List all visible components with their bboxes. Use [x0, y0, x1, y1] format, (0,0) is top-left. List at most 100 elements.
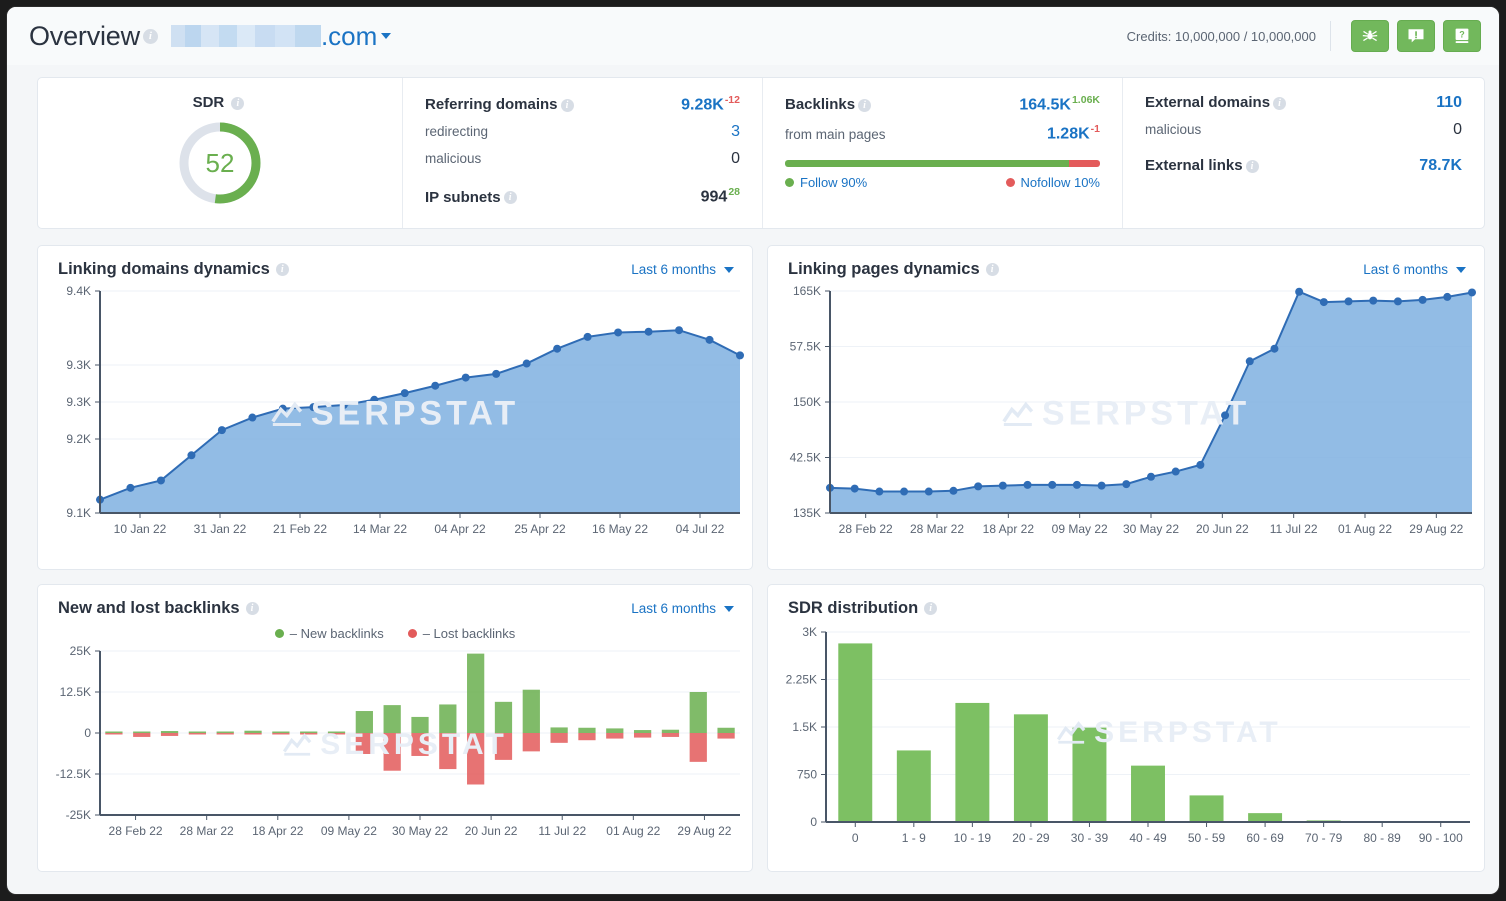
svg-text:2.25K: 2.25K [786, 673, 817, 687]
referring-malicious-value: 0 [731, 150, 740, 168]
chevron-down-icon [724, 606, 734, 612]
from-main-pages-delta: -1 [1091, 123, 1100, 135]
external-domains-value[interactable]: 110 [1436, 94, 1462, 112]
divider [1330, 21, 1331, 51]
backlinks-column: Backlinksi 164.5K1.06K from main pages 1… [762, 78, 1122, 228]
legend-lost-backlinks[interactable]: – Lost backlinks [408, 626, 516, 641]
info-icon[interactable]: i [143, 29, 158, 44]
svg-text:29 Aug 22: 29 Aug 22 [1409, 522, 1463, 536]
redirecting-label: redirecting [425, 124, 488, 139]
redirecting-value[interactable]: 3 [731, 123, 740, 141]
backlinks-label: Backlinksi [785, 96, 874, 113]
referring-domains-column: Referring domainsi 9.28K-12 redirecting … [402, 78, 762, 228]
svg-text:1.5K: 1.5K [792, 720, 817, 734]
sdr-value: 52 [176, 119, 264, 207]
sdr-distribution-plot: SERPSTAT 07501.5K2.25K3K01 - 910 - 1920 … [768, 618, 1484, 858]
external-links-value[interactable]: 78.7K [1419, 157, 1462, 175]
svg-text:18 Apr 22: 18 Apr 22 [252, 824, 304, 838]
new-lost-legend: – New backlinks – Lost backlinks [38, 626, 752, 641]
from-main-pages-value[interactable]: 1.28K-1 [1047, 123, 1100, 143]
svg-text:135K: 135K [793, 506, 821, 520]
svg-text:20 Jun 22: 20 Jun 22 [465, 824, 518, 838]
svg-text:01 Aug 22: 01 Aug 22 [606, 824, 660, 838]
nofollow-legend-item[interactable]: Nofollow 10% [1006, 175, 1101, 190]
help-icon[interactable]: ? [1443, 20, 1481, 52]
info-icon[interactable]: i [276, 263, 289, 276]
svg-text:9.4K: 9.4K [66, 284, 91, 298]
svg-text:20 - 29: 20 - 29 [1012, 831, 1050, 845]
info-icon[interactable]: i [504, 191, 517, 204]
referring-domains-delta: -12 [725, 94, 740, 106]
linking-domains-period-select[interactable]: Last 6 months [631, 262, 734, 277]
svg-text:165K: 165K [793, 284, 821, 298]
new-lost-header: New and lost backlinks i Last 6 months [38, 585, 752, 618]
info-icon[interactable]: i [924, 602, 937, 615]
app-window: Overview i .com Credits: 10,000,000 / 10… [6, 6, 1500, 895]
info-icon[interactable]: i [858, 99, 871, 112]
svg-text:-25K: -25K [66, 808, 91, 822]
info-icon[interactable]: i [1273, 97, 1286, 110]
svg-text:9.2K: 9.2K [66, 432, 91, 446]
svg-text:18 Apr 22: 18 Apr 22 [983, 522, 1035, 536]
backlinks-value[interactable]: 164.5K1.06K [1019, 94, 1100, 114]
legend-new-backlinks[interactable]: – New backlinks [275, 626, 384, 641]
svg-text:12.5K: 12.5K [60, 685, 91, 699]
ip-subnets-value: 99428 [701, 186, 740, 206]
svg-text:04 Apr 22: 04 Apr 22 [434, 522, 486, 536]
sdr-column: SDR i 52 [38, 78, 402, 228]
alert-icon[interactable] [1397, 20, 1435, 52]
backlinks-delta: 1.06K [1072, 94, 1100, 106]
spider-icon[interactable] [1351, 20, 1389, 52]
svg-text:10 - 19: 10 - 19 [954, 831, 992, 845]
svg-text:40 - 49: 40 - 49 [1129, 831, 1167, 845]
new-lost-title: New and lost backlinks [58, 599, 240, 618]
svg-text:09 May 22: 09 May 22 [1052, 522, 1108, 536]
referring-malicious-row: malicious 0 [425, 150, 740, 168]
svg-text:28 Feb 22: 28 Feb 22 [839, 522, 893, 536]
linking-domains-card: Linking domains dynamics i Last 6 months… [37, 245, 753, 570]
external-malicious-row: malicious 0 [1145, 121, 1462, 139]
svg-text:14 Mar 22: 14 Mar 22 [353, 522, 407, 536]
linking-pages-period-select[interactable]: Last 6 months [1363, 262, 1466, 277]
linking-pages-card: Linking pages dynamics i Last 6 months S… [767, 245, 1485, 570]
info-icon[interactable]: i [231, 97, 244, 110]
linking-domains-plot: SERPSTAT 9.1K9.2K9.3K9.3K9.4K10 Jan 2231… [38, 279, 752, 549]
sdr-gauge-wrap: 52 [60, 119, 380, 207]
svg-text:30 - 39: 30 - 39 [1071, 831, 1109, 845]
linking-pages-plot: SERPSTAT 135K42.5K150K57.5K165K28 Feb 22… [768, 279, 1484, 549]
svg-text:3K: 3K [802, 625, 817, 639]
info-icon[interactable]: i [561, 99, 574, 112]
svg-text:04 Jul 22: 04 Jul 22 [676, 522, 725, 536]
nofollow-dot-icon [1006, 178, 1015, 187]
svg-text:57.5K: 57.5K [790, 340, 821, 354]
ip-subnets-label: IP subnetsi [425, 189, 520, 206]
page-title: Overview [29, 21, 140, 52]
svg-text:80 - 89: 80 - 89 [1364, 831, 1402, 845]
referring-domains-value[interactable]: 9.28K-12 [681, 94, 740, 114]
svg-text:09 May 22: 09 May 22 [321, 824, 377, 838]
from-main-pages-row: from main pages 1.28K-1 [785, 123, 1100, 143]
info-icon[interactable]: i [1246, 160, 1259, 173]
follow-legend-item[interactable]: Follow 90% [785, 175, 867, 190]
svg-text:31 Jan 22: 31 Jan 22 [194, 522, 247, 536]
chevron-down-icon[interactable] [381, 33, 391, 39]
svg-text:16 May 22: 16 May 22 [592, 522, 648, 536]
info-icon[interactable]: i [986, 263, 999, 276]
ip-subnets-row: IP subnetsi 99428 [425, 186, 740, 206]
domain-selector[interactable]: .com [171, 21, 391, 52]
svg-text:25 Apr 22: 25 Apr 22 [514, 522, 566, 536]
svg-text:30 May 22: 30 May 22 [392, 824, 448, 838]
external-column: External domainsi 110 malicious 0 Extern… [1122, 78, 1484, 228]
summary-stats-card: SDR i 52 Referring domainsi 9.28K-12 re [37, 77, 1485, 229]
info-icon[interactable]: i [246, 602, 259, 615]
new-lost-period-select[interactable]: Last 6 months [631, 601, 734, 616]
follow-segment [785, 160, 1069, 167]
new-lost-plot: SERPSTAT -25K-12.5K012.5K25K28 Feb 2228 … [38, 641, 752, 849]
external-links-row: External linksi 78.7K [1145, 157, 1462, 175]
svg-text:11 Jul 22: 11 Jul 22 [1270, 522, 1318, 536]
backlinks-row: Backlinksi 164.5K1.06K [785, 94, 1100, 114]
sdr-distribution-card: SDR distribution i SERPSTAT 07501.5K2.25… [767, 584, 1485, 872]
svg-text:11 Jul 22: 11 Jul 22 [538, 824, 586, 838]
svg-text:0: 0 [810, 815, 817, 829]
svg-text:29 Aug 22: 29 Aug 22 [677, 824, 731, 838]
